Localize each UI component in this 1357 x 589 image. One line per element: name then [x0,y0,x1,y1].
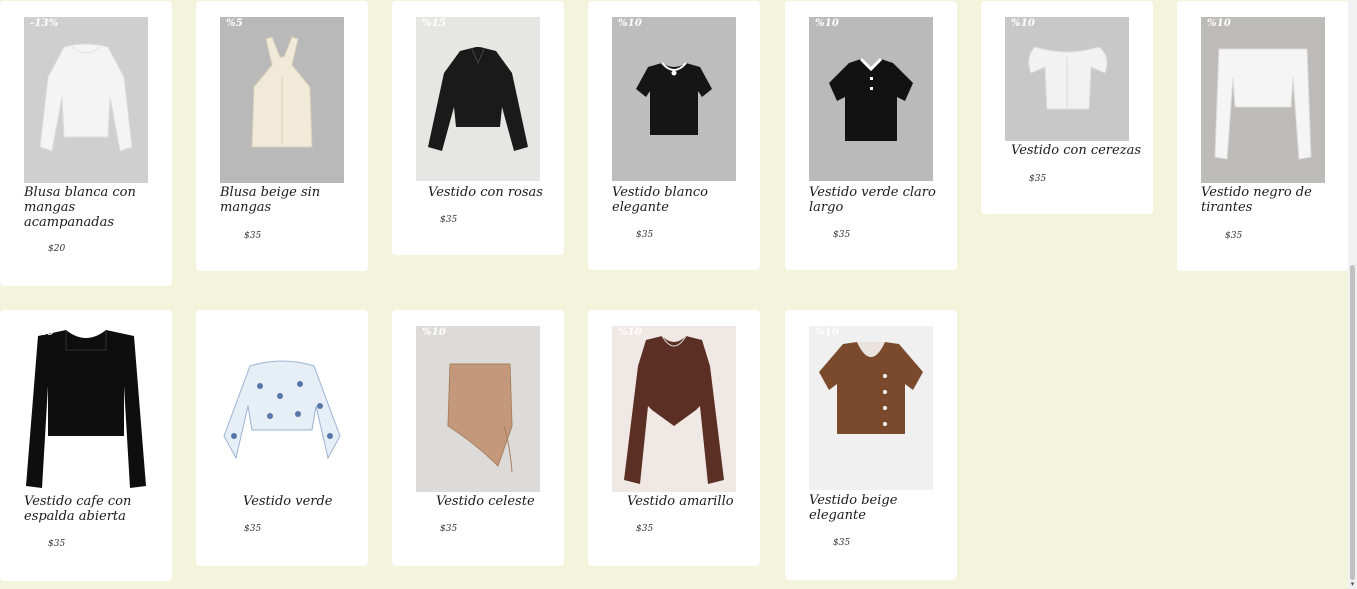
discount-badge: %10 [815,18,840,29]
discount-badge: %10 [1207,18,1232,29]
discount-badge: %5 [226,18,243,29]
product-image[interactable] [612,17,736,181]
black-long-sleeve-top-image [26,330,146,488]
product-title[interactable]: Vestido negro de tirantes [1201,185,1331,215]
product-card[interactable]: Vestido verde $35 [196,310,368,566]
discount-badge: %10 [30,327,55,338]
product-title[interactable]: Vestido amarillo [627,494,752,509]
discount-badge: %10 [618,18,643,29]
black-puff-top-image [636,62,712,135]
product-image[interactable] [416,17,540,181]
product-price: $35 [244,524,262,534]
product-price: $35 [636,230,654,240]
product-image[interactable] [24,326,148,492]
black-ruched-top-image [428,47,528,151]
product-card[interactable]: %15 Vestido con rosas $35 [392,1,564,255]
product-image[interactable] [416,326,540,492]
product-card[interactable]: %10 Vestido beige elegante $35 [785,310,957,580]
product-card[interactable]: %10 Vestido cafe con espalda abierta $35 [0,310,172,581]
discount-badge: %10 [618,327,643,338]
product-price: $20 [48,244,66,254]
product-price: $35 [440,215,458,225]
product-title[interactable]: Vestido con rosas [428,185,558,200]
product-price: $35 [833,538,851,548]
product-image[interactable] [24,17,148,183]
discount-badge: -13% [30,18,59,29]
product-price: $35 [440,524,458,534]
scrollbar-thumb[interactable] [1350,265,1355,580]
product-image[interactable] [612,326,736,492]
product-card[interactable]: -13% Blusa blanca con mangas acampanadas… [0,1,172,286]
discount-badge: %10 [815,327,840,338]
product-title[interactable]: Vestido celeste [436,494,556,509]
white-blouse-image [39,43,133,152]
tan-tube-top-image [447,363,513,473]
product-image[interactable] [220,326,344,492]
product-card[interactable]: %10 Vestido con cerezas $35 [981,1,1153,214]
product-title[interactable]: Vestido verde [243,494,363,509]
product-price: $35 [244,231,262,241]
product-image[interactable] [809,326,933,490]
product-title[interactable]: Blusa beige sin mangas [220,185,350,215]
discount-badge: %10 [1011,18,1036,29]
product-card[interactable]: %10 Vestido amarillo $35 [588,310,760,566]
product-price: $35 [833,230,851,240]
product-title[interactable]: Blusa blanca con mangas acampanadas [24,185,154,230]
product-image[interactable] [809,17,933,181]
product-price: $35 [48,539,66,549]
product-title[interactable]: Vestido verde claro largo [809,185,939,215]
product-image[interactable] [1201,17,1325,183]
product-price: $35 [1029,174,1047,184]
product-title[interactable]: Vestido con cerezas [1011,143,1151,158]
product-card[interactable]: %10 Vestido blanco elegante $35 [588,1,760,270]
discount-badge: %15 [422,18,447,29]
product-image[interactable] [220,17,344,183]
product-card[interactable]: %10 Vestido verde claro largo $35 [785,1,957,270]
discount-badge: %10 [422,327,447,338]
product-price: $35 [1225,231,1243,241]
product-title[interactable]: Vestido cafe con espalda abierta [24,494,154,524]
vertical-scrollbar[interactable]: ▾ [1348,0,1357,589]
product-title[interactable]: Vestido blanco elegante [612,185,742,215]
product-card[interactable]: %10 Vestido negro de tirantes $35 [1177,1,1349,271]
product-card[interactable]: %5 Blusa beige sin mangas $35 [196,1,368,271]
white-corset-top-image [1028,46,1108,110]
floral-puff-top-image [223,360,341,460]
beige-halter-top-image [251,36,313,148]
white-offshoulder-top-image [1214,48,1312,160]
product-title[interactable]: Vestido beige elegante [809,493,939,523]
brown-flare-top-image [624,335,724,484]
product-price: $35 [636,524,654,534]
scroll-down-icon[interactable]: ▾ [1349,580,1356,589]
brown-cardigan-top-image [819,342,923,434]
product-image[interactable] [1005,17,1129,141]
product-card[interactable]: %10 Vestido celeste $35 [392,310,564,566]
black-polo-top-image [829,57,913,141]
